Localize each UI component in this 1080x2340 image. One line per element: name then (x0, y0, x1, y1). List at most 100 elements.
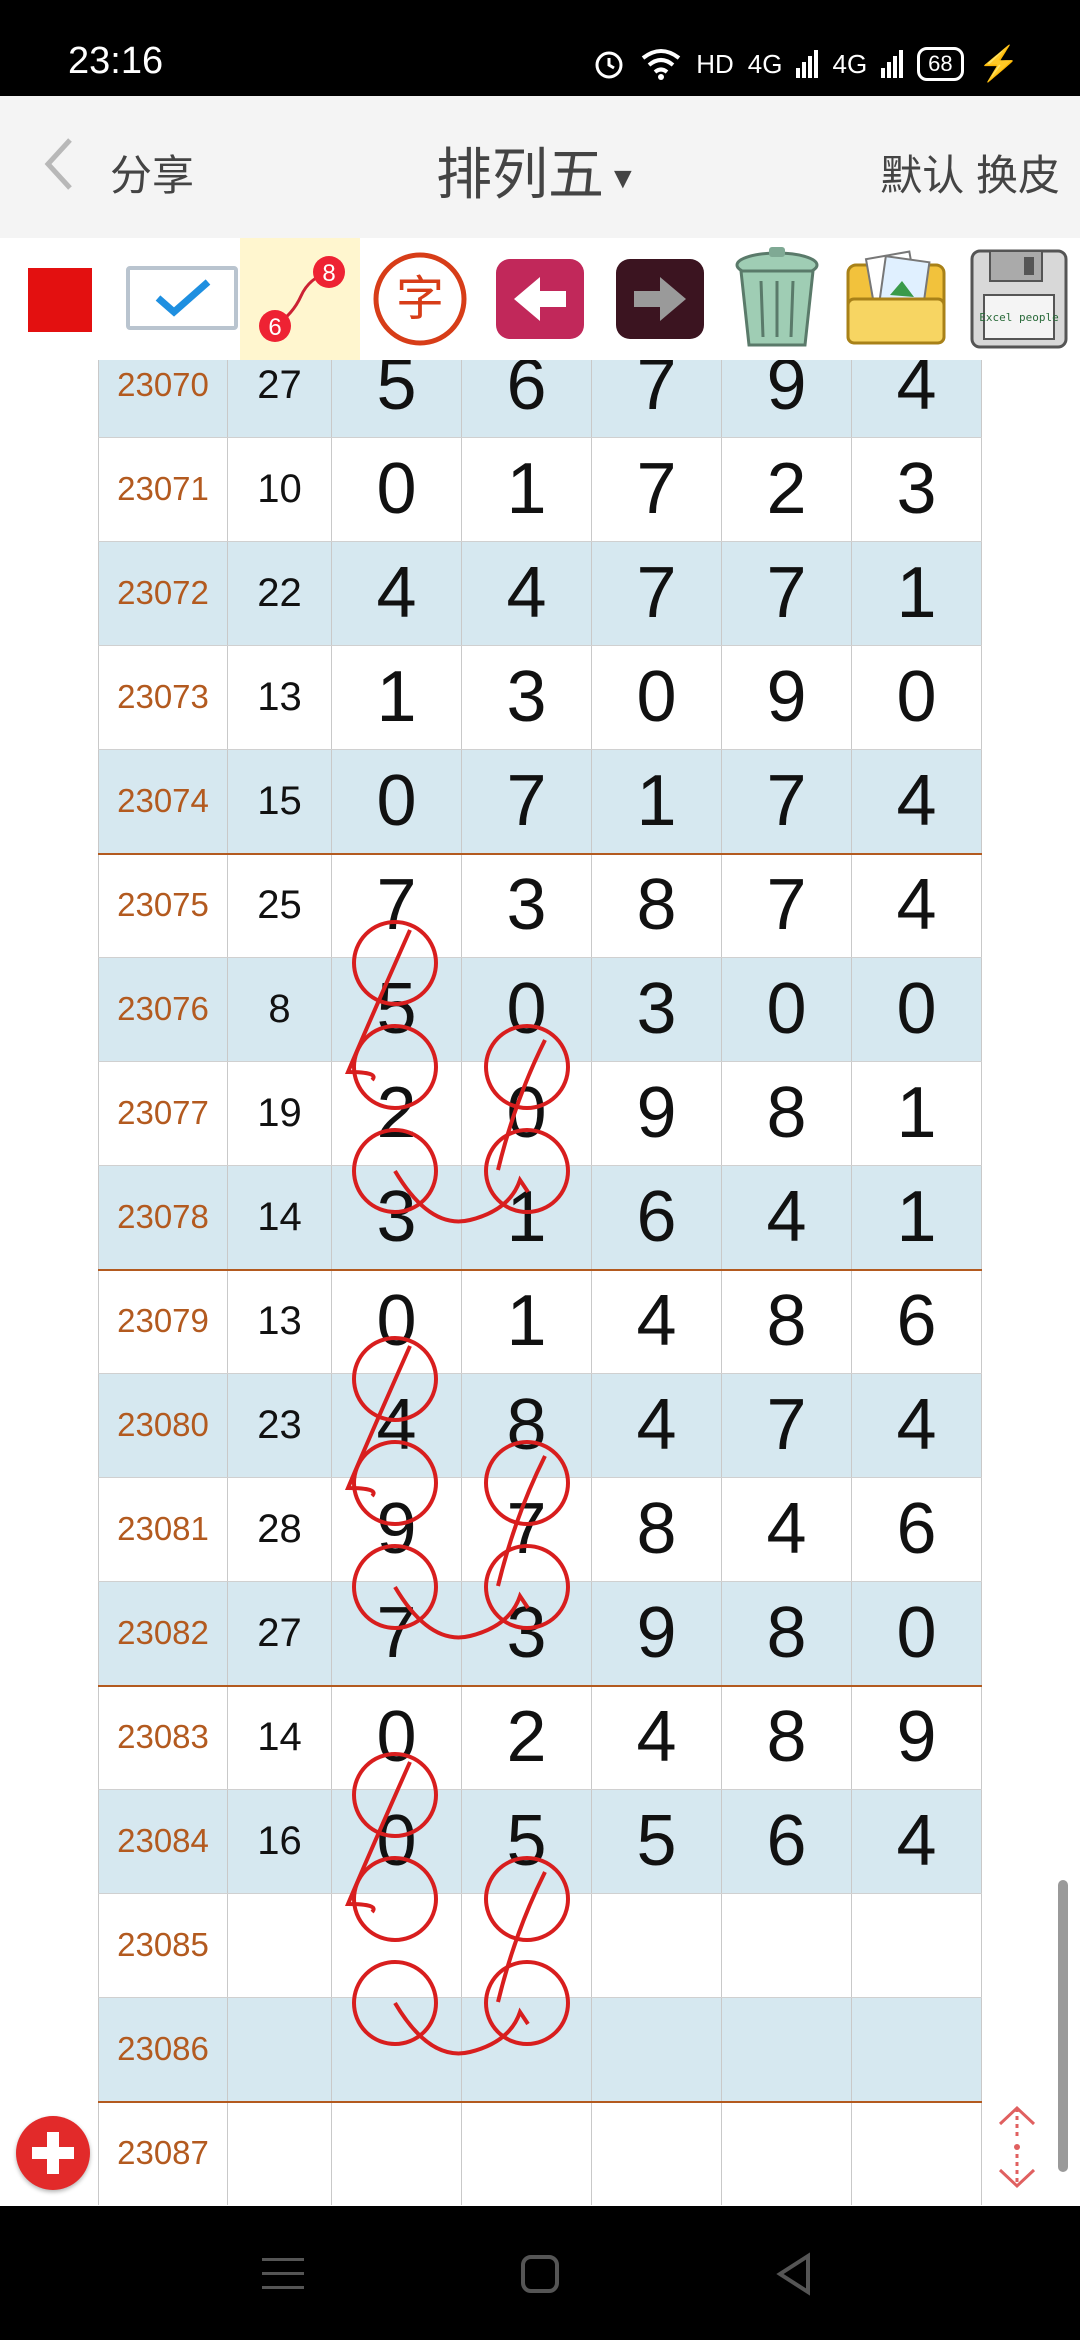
checkbox-tool[interactable] (126, 266, 238, 330)
table-row[interactable]: 23071 10 0 1 7 2 3 (98, 437, 982, 541)
table-row[interactable]: 23070 27 5 6 7 9 4 (98, 360, 982, 437)
digit-cell[interactable]: 0 (332, 1685, 462, 1789)
digit-cell[interactable]: 7 (332, 853, 462, 957)
digit-cell[interactable]: 7 (592, 360, 722, 437)
digit-cell[interactable]: 3 (462, 645, 592, 749)
digit-cell[interactable]: 0 (592, 645, 722, 749)
red-color-swatch[interactable] (28, 268, 92, 332)
table-row[interactable]: 23087 (98, 2101, 982, 2205)
digit-cell[interactable]: 7 (722, 749, 852, 853)
change-skin-button[interactable]: 换皮 (976, 152, 1060, 199)
digit-cell[interactable]: 8 (722, 1685, 852, 1789)
digit-cell[interactable] (462, 2101, 592, 2205)
digit-cell[interactable] (852, 1893, 982, 1997)
table-row[interactable]: 23075 25 7 3 8 7 4 (98, 853, 982, 957)
undo-button[interactable] (488, 238, 592, 360)
digit-cell[interactable]: 0 (462, 957, 592, 1061)
back-icon[interactable] (774, 2252, 814, 2296)
digit-cell[interactable]: 4 (332, 541, 462, 645)
digit-cell[interactable] (332, 1893, 462, 1997)
table-row[interactable]: 23073 13 1 3 0 9 0 (98, 645, 982, 749)
digit-cell[interactable]: 1 (332, 645, 462, 749)
digit-cell[interactable]: 5 (332, 360, 462, 437)
home-icon[interactable] (520, 2254, 560, 2294)
digit-cell[interactable]: 2 (722, 437, 852, 541)
digit-cell[interactable] (852, 2101, 982, 2205)
digit-cell[interactable] (722, 1893, 852, 1997)
digit-cell[interactable]: 7 (592, 437, 722, 541)
table-row[interactable]: 23077 19 2 0 9 8 1 (98, 1061, 982, 1165)
digit-cell[interactable]: 0 (332, 437, 462, 541)
digit-cell[interactable]: 9 (852, 1685, 982, 1789)
digit-cell[interactable] (592, 2101, 722, 2205)
table-row[interactable]: 23084 16 0 5 5 6 4 (98, 1789, 982, 1893)
digit-cell[interactable]: 7 (332, 1581, 462, 1685)
digit-cell[interactable]: 7 (462, 749, 592, 853)
digit-cell[interactable]: 8 (462, 1373, 592, 1477)
table-row[interactable]: 23081 28 9 7 8 4 6 (98, 1477, 982, 1581)
digit-cell[interactable]: 7 (722, 1373, 852, 1477)
digit-cell[interactable]: 5 (592, 1789, 722, 1893)
table-row[interactable]: 23082 27 7 3 9 8 0 (98, 1581, 982, 1685)
digit-cell[interactable]: 8 (592, 853, 722, 957)
digit-cell[interactable]: 4 (722, 1165, 852, 1269)
digit-cell[interactable]: 2 (462, 1685, 592, 1789)
digit-cell[interactable]: 1 (462, 1165, 592, 1269)
digit-cell[interactable]: 4 (852, 853, 982, 957)
digit-cell[interactable]: 5 (332, 957, 462, 1061)
digit-cell[interactable]: 0 (462, 1061, 592, 1165)
add-button[interactable] (16, 2116, 90, 2190)
redo-button[interactable] (608, 238, 712, 360)
scroll-up-down-icon[interactable] (994, 2104, 1040, 2190)
digit-cell[interactable]: 8 (592, 1477, 722, 1581)
share-button[interactable]: 分享 (110, 142, 194, 203)
digit-cell[interactable]: 3 (592, 957, 722, 1061)
digit-cell[interactable]: 6 (852, 1269, 982, 1373)
digit-cell[interactable]: 4 (592, 1373, 722, 1477)
digit-cell[interactable]: 1 (592, 749, 722, 853)
chevron-left-icon[interactable] (40, 134, 80, 194)
digit-cell[interactable]: 4 (852, 360, 982, 437)
table-row[interactable]: 23083 14 0 2 4 8 9 (98, 1685, 982, 1789)
digit-cell[interactable] (852, 1997, 982, 2101)
digit-cell[interactable]: 9 (332, 1477, 462, 1581)
digit-cell[interactable]: 8 (722, 1061, 852, 1165)
digit-cell[interactable]: 1 (852, 1061, 982, 1165)
digit-cell[interactable]: 0 (852, 1581, 982, 1685)
digit-cell[interactable] (722, 2101, 852, 2205)
digit-cell[interactable]: 8 (722, 1581, 852, 1685)
digit-cell[interactable]: 9 (722, 645, 852, 749)
results-table[interactable]: 23070 27 5 6 7 9 4 23071 10 0 1 7 2 3 23072 22 4 4 7 7 1 2307… (0, 360, 1080, 2206)
digit-cell[interactable]: 9 (592, 1581, 722, 1685)
digit-cell[interactable] (592, 1893, 722, 1997)
digit-cell[interactable]: 5 (462, 1789, 592, 1893)
digit-cell[interactable]: 4 (852, 1373, 982, 1477)
digit-cell[interactable]: 0 (332, 1269, 462, 1373)
digit-cell[interactable]: 2 (332, 1061, 462, 1165)
trash-button[interactable] (722, 238, 832, 360)
table-row[interactable]: 23086 (98, 1997, 982, 2101)
digit-cell[interactable]: 1 (852, 1165, 982, 1269)
digit-cell[interactable]: 4 (852, 749, 982, 853)
digit-cell[interactable]: 9 (592, 1061, 722, 1165)
digit-cell[interactable]: 4 (592, 1269, 722, 1373)
scrollbar-thumb[interactable] (1058, 1880, 1068, 2172)
digit-cell[interactable] (592, 1997, 722, 2101)
digit-cell[interactable]: 4 (462, 541, 592, 645)
digit-cell[interactable]: 7 (462, 1477, 592, 1581)
digit-cell[interactable]: 7 (592, 541, 722, 645)
gallery-button[interactable] (840, 238, 952, 360)
digit-cell[interactable]: 0 (332, 1789, 462, 1893)
digit-cell[interactable]: 0 (722, 957, 852, 1061)
table-row[interactable]: 23074 15 0 7 1 7 4 (98, 749, 982, 853)
table-row[interactable]: 23085 (98, 1893, 982, 1997)
digit-cell[interactable]: 7 (722, 853, 852, 957)
save-button[interactable]: Excel people (964, 238, 1074, 360)
link-tool[interactable]: 8 6 (240, 238, 360, 360)
digit-cell[interactable]: 6 (462, 360, 592, 437)
digit-cell[interactable]: 4 (332, 1373, 462, 1477)
text-tool[interactable]: 字 (368, 238, 472, 360)
table-row[interactable]: 23080 23 4 8 4 7 4 (98, 1373, 982, 1477)
digit-cell[interactable] (462, 1997, 592, 2101)
digit-cell[interactable]: 8 (722, 1269, 852, 1373)
